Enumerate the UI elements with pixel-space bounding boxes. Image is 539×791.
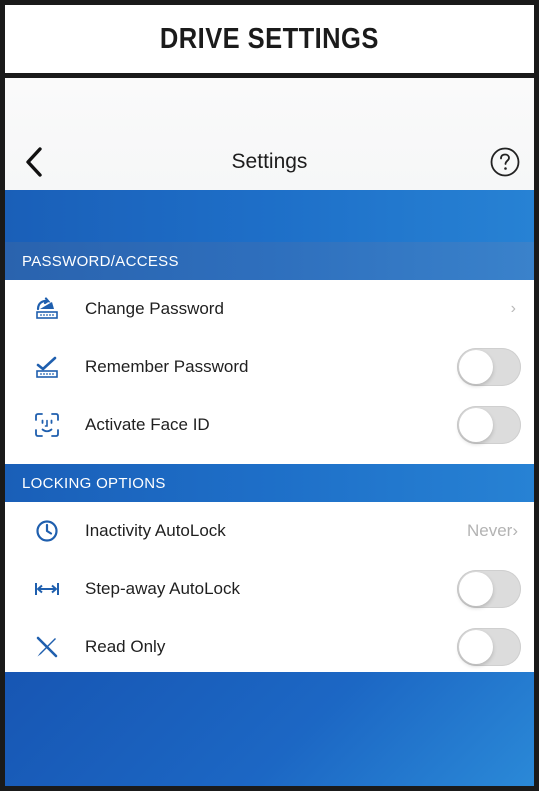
step-away-autolock-label: Step-away AutoLock — [85, 579, 240, 598]
step-away-autolock-toggle[interactable] — [457, 570, 521, 608]
pencil-cross-icon — [33, 634, 61, 660]
navigation-bar: Settings — [5, 78, 534, 190]
blue-band-bottom — [5, 672, 534, 786]
section-header-password-access: PASSWORD/ACCESS — [5, 242, 534, 280]
activate-face-id-row: Activate Face ID — [5, 396, 534, 454]
read-only-row: Read Only — [5, 618, 534, 676]
section-header-locking-options: LOCKING OPTIONS — [5, 464, 534, 502]
banner-title: DRIVE SETTINGS — [160, 22, 379, 55]
remember-password-label: Remember Password — [85, 357, 249, 376]
face-id-icon — [33, 412, 61, 438]
inactivity-autolock-row[interactable]: Inactivity AutoLock Never› — [5, 502, 534, 560]
clock-icon — [33, 518, 61, 544]
inactivity-autolock-label: Inactivity AutoLock — [85, 521, 226, 540]
read-only-label: Read Only — [85, 637, 166, 656]
password-access-group: Change Password › Remember Password Acti… — [5, 280, 534, 464]
password-check-icon — [33, 354, 61, 380]
toggle-knob — [459, 630, 493, 664]
question-circle-icon[interactable] — [489, 146, 521, 178]
toggle-knob — [459, 408, 493, 442]
change-password-row[interactable]: Change Password › — [5, 280, 534, 338]
distance-arrows-icon — [33, 576, 61, 602]
change-password-label: Change Password — [85, 299, 224, 318]
inactivity-autolock-value: Never› — [466, 521, 518, 540]
banner: DRIVE SETTINGS — [5, 5, 534, 78]
remember-password-row: Remember Password — [5, 338, 534, 396]
toggle-knob — [459, 572, 493, 606]
page-title: Settings — [231, 150, 308, 173]
read-only-toggle[interactable] — [457, 628, 521, 666]
activate-face-id-label: Activate Face ID — [85, 415, 210, 434]
screenshot-frame: DRIVE SETTINGS Settings PASSWORD/ACCESS — [0, 0, 539, 791]
activate-face-id-toggle[interactable] — [457, 406, 521, 444]
toggle-knob — [459, 350, 493, 384]
remember-password-toggle[interactable] — [457, 348, 521, 386]
key-reset-icon — [33, 296, 61, 322]
locking-options-group: Inactivity AutoLock Never› Step-away Aut… — [5, 502, 534, 672]
step-away-autolock-row: Step-away AutoLock — [5, 560, 534, 618]
chevron-right-icon: › — [510, 300, 516, 317]
